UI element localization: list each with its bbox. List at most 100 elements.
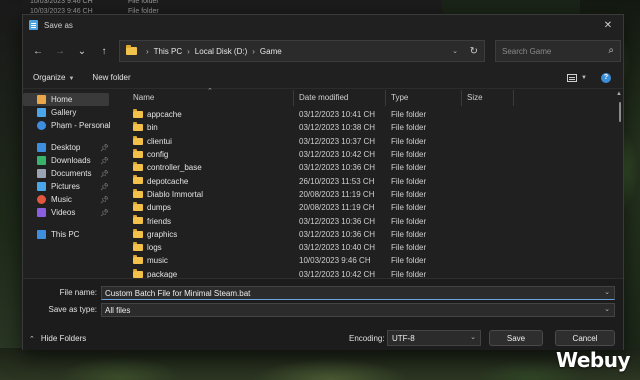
table-row[interactable]: clientui 03/12/2023 10:37 CH File folder <box>117 135 623 148</box>
command-bar: Organize ▼ New folder ▼ ? <box>23 67 623 89</box>
column-divider[interactable] <box>461 90 462 106</box>
pin-icon: 📌︎ <box>100 170 109 178</box>
breadcrumb-this-pc[interactable]: This PC <box>154 47 182 56</box>
encoding-select[interactable]: UTF-8 ⌄ <box>387 330 481 346</box>
column-size[interactable]: Size <box>467 93 483 102</box>
table-row[interactable]: music 10/03/2023 9:46 CH File folder <box>117 254 623 267</box>
search-input[interactable] <box>502 46 602 56</box>
cancel-button[interactable]: Cancel <box>555 330 615 346</box>
sidebar-item-music[interactable]: Music 📌︎ <box>23 193 117 206</box>
recent-locations-button[interactable]: ⌄ <box>71 40 93 62</box>
sidebar-item-gallery[interactable]: Gallery <box>23 106 117 119</box>
file-name: config <box>147 150 169 160</box>
sidebar-item-label: Downloads <box>51 156 91 165</box>
table-row[interactable]: dumps 20/08/2023 11:19 CH File folder <box>117 201 623 214</box>
hide-folders-button[interactable]: ⌃ Hide Folders <box>29 334 86 343</box>
save-as-type-value: All files <box>105 306 131 315</box>
up-button[interactable]: ↑ <box>93 40 115 62</box>
file-name: graphics <box>147 229 178 239</box>
table-row[interactable]: graphics 03/12/2023 10:36 CH File folder <box>117 228 623 241</box>
chevron-down-icon[interactable]: ⌄ <box>470 333 476 341</box>
sidebar-item-this-pc[interactable]: This PC <box>23 228 117 241</box>
table-row[interactable]: depotcache 26/10/2023 11:53 CH File folder <box>117 174 623 187</box>
file-type: File folder <box>391 216 427 226</box>
close-icon[interactable]: ✕ <box>593 15 623 35</box>
chevron-right-icon[interactable]: › <box>252 47 255 56</box>
view-options-icon[interactable] <box>567 73 578 82</box>
chevron-down-icon[interactable]: ⌄ <box>452 47 458 55</box>
folder-icon <box>133 202 143 212</box>
file-name: Diablo Immortal <box>147 189 204 199</box>
column-divider[interactable] <box>385 90 386 106</box>
breadcrumb-local-disk[interactable]: Local Disk (D:) <box>195 47 247 56</box>
save-options-panel: File name: Custom Batch File for Minimal… <box>23 278 623 350</box>
save-as-type-row: Save as type: All files ⌄ <box>23 303 623 317</box>
file-type: File folder <box>391 110 427 120</box>
sidebar-item-downloads[interactable]: Downloads 📌︎ <box>23 154 117 167</box>
file-list[interactable]: ⌃ Name Date modified Type Size appcache 0… <box>117 88 623 281</box>
file-type: File folder <box>391 243 427 253</box>
folder-icon <box>133 268 143 278</box>
table-row[interactable]: Diablo Immortal 20/08/2023 11:19 CH File f… <box>117 188 623 201</box>
sidebar-item-label: Home <box>51 95 73 104</box>
folder-icon <box>133 148 143 158</box>
file-date: 03/12/2023 10:38 CH <box>299 123 376 133</box>
search-box[interactable]: ⌕ <box>495 40 621 62</box>
sidebar-item-label: Videos <box>51 208 76 217</box>
back-button[interactable]: ← <box>27 40 49 62</box>
chevron-down-icon[interactable]: ⌄ <box>604 305 610 313</box>
column-divider[interactable] <box>293 90 294 106</box>
save-as-dialog: Save as ✕ ← → ⌄ ↑ › This PC › Local Disk… <box>22 14 624 350</box>
pin-icon: 📌︎ <box>100 157 109 165</box>
webuy-watermark-logo: Webuy <box>555 348 631 372</box>
file-type: File folder <box>391 189 427 199</box>
file-name: controller_base <box>147 163 202 173</box>
file-rows: appcache 03/12/2023 10:41 CH File folder b… <box>117 108 623 281</box>
sidebar-item-onedrive[interactable]: Phạm - Personal <box>23 119 117 132</box>
scroll-up-icon[interactable]: ▲ <box>616 91 622 97</box>
dialog-title: Save as <box>44 20 73 30</box>
chevron-down-icon[interactable]: ⌄ <box>604 288 610 296</box>
breadcrumb-game[interactable]: Game <box>260 47 282 56</box>
sidebar-item-videos[interactable]: Videos 📌︎ <box>23 206 117 219</box>
desktop-icon <box>37 143 46 152</box>
column-type[interactable]: Type <box>391 93 408 102</box>
chevron-right-icon[interactable]: › <box>146 47 149 56</box>
file-date: 03/12/2023 10:37 CH <box>299 136 376 146</box>
file-type: File folder <box>391 150 427 160</box>
new-folder-button[interactable]: New folder <box>92 73 130 82</box>
sidebar-item-label: Music <box>51 195 72 204</box>
search-icon[interactable]: ⌕ <box>608 45 614 56</box>
column-divider[interactable] <box>513 90 514 106</box>
table-row[interactable]: appcache 03/12/2023 10:41 CH File folder <box>117 108 623 121</box>
title-bar: Save as ✕ <box>23 15 623 35</box>
file-name-field[interactable]: Custom Batch File for Minimal Steam.bat … <box>101 286 615 300</box>
file-date: 03/12/2023 10:41 CH <box>299 110 376 120</box>
file-date: 03/12/2023 10:36 CH <box>299 229 376 239</box>
table-row[interactable]: controller_base 03/12/2023 10:36 CH File f… <box>117 161 623 174</box>
help-icon[interactable]: ? <box>601 72 611 83</box>
table-row[interactable]: config 03/12/2023 10:42 CH File folder <box>117 148 623 161</box>
save-as-type-select[interactable]: All files ⌄ <box>101 303 615 317</box>
navigation-pane[interactable]: Home Gallery Phạm - Personal Desktop 📌︎ … <box>23 90 117 278</box>
address-bar[interactable]: › This PC › Local Disk (D:) › Game ⌄ ↻ <box>119 40 485 62</box>
organize-button[interactable]: Organize ▼ <box>33 73 74 82</box>
chevron-up-icon: ⌃ <box>29 335 35 343</box>
column-date-modified[interactable]: Date modified <box>299 93 348 102</box>
forward-button[interactable]: → <box>49 40 71 62</box>
caret-down-icon[interactable]: ▼ <box>581 75 587 81</box>
sidebar-item-documents[interactable]: Documents 📌︎ <box>23 167 117 180</box>
sidebar-item-label: Pictures <box>51 182 80 191</box>
refresh-icon[interactable]: ↻ <box>470 46 478 57</box>
sidebar-item-pictures[interactable]: Pictures 📌︎ <box>23 180 117 193</box>
vertical-scrollbar[interactable] <box>619 102 621 122</box>
folder-icon <box>133 241 143 251</box>
table-row[interactable]: logs 03/12/2023 10:40 CH File folder <box>117 241 623 254</box>
save-button[interactable]: Save <box>489 330 543 346</box>
chevron-right-icon[interactable]: › <box>187 47 190 56</box>
sidebar-item-home[interactable]: Home <box>23 93 109 106</box>
table-row[interactable]: friends 03/12/2023 10:36 CH File folder <box>117 214 623 227</box>
column-name[interactable]: Name <box>133 93 154 102</box>
sidebar-item-desktop[interactable]: Desktop 📌︎ <box>23 141 117 154</box>
table-row[interactable]: bin 03/12/2023 10:38 CH File folder <box>117 121 623 134</box>
